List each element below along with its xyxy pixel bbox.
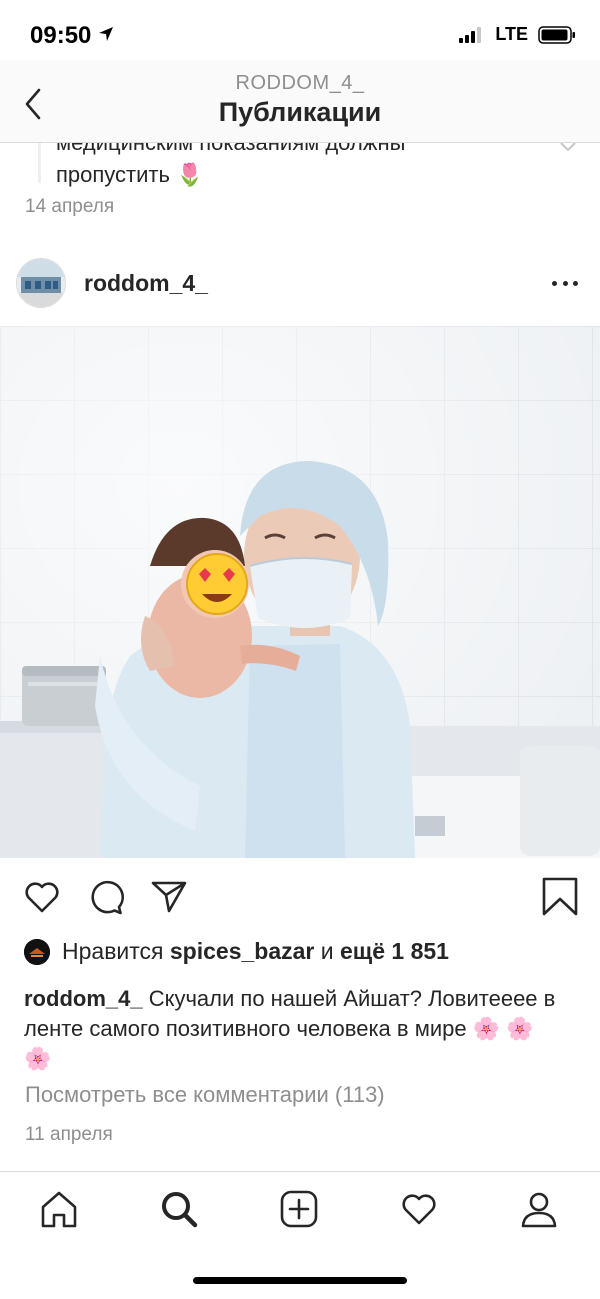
search-icon (162, 1192, 198, 1228)
avatar[interactable] (16, 258, 66, 308)
previous-caption-line2: пропустить 🌷 (56, 162, 204, 187)
tab-profile[interactable] (517, 1187, 561, 1231)
more-dot (552, 280, 557, 286)
more-dot (562, 280, 568, 286)
previous-caption-line1: медицинским показаниям должны (56, 143, 536, 159)
heart-icon (25, 882, 59, 913)
bookmark-icon (542, 877, 578, 916)
tab-home[interactable] (37, 1187, 81, 1231)
comment-button[interactable] (86, 877, 126, 917)
previous-post-date: 14 апреля (25, 196, 115, 217)
post-caption: roddom_4_ Скучали по нашей Айшат? Ловите… (24, 984, 564, 1074)
status-indicators: LTE (459, 24, 576, 45)
more-options-button[interactable] (552, 274, 578, 292)
status-time: 09:50 (30, 22, 114, 50)
page-title: Публикации (218, 97, 382, 127)
add-post-icon (280, 1190, 318, 1228)
home-indicator[interactable] (193, 1277, 407, 1284)
likes-middle: и (314, 938, 341, 964)
more-dot (573, 280, 578, 286)
save-button[interactable] (540, 877, 580, 917)
home-icon (41, 1191, 77, 1228)
post-photo[interactable] (0, 326, 600, 858)
likes-summary[interactable]: Нравится spices_bazar и ещё 1 851 (24, 938, 449, 965)
signal-icon (459, 26, 482, 43)
previous-post-caption: медицинским показаниям должны пропустить… (0, 143, 600, 191)
comment-icon (91, 880, 124, 915)
tab-activity[interactable] (397, 1187, 441, 1231)
location-arrow-icon (99, 27, 114, 41)
liker-username[interactable]: spices_bazar (170, 938, 314, 965)
likes-count[interactable]: ещё 1 851 (340, 938, 449, 965)
post-date: 11 апреля (25, 1124, 113, 1145)
tab-add[interactable] (277, 1187, 321, 1231)
likes-prefix: Нравится (62, 938, 170, 964)
profile-icon (521, 1192, 557, 1228)
view-all-comments-link[interactable]: Посмотреть все комментарии (113) (25, 1082, 385, 1108)
caption-username[interactable]: roddom_4_ (24, 986, 143, 1011)
header-account: RODDOM_4_ (235, 72, 365, 94)
network-type: LTE (495, 24, 528, 44)
liker-avatar (24, 938, 50, 965)
post-username[interactable]: roddom_4_ (84, 270, 208, 297)
share-button[interactable] (149, 877, 189, 917)
tab-search[interactable] (157, 1187, 201, 1231)
like-button[interactable] (22, 877, 62, 917)
previous-caption-text: медицинским показаниям должны пропустить… (56, 143, 536, 191)
chevron-down-icon[interactable] (558, 143, 578, 155)
heart-icon (402, 1194, 436, 1225)
liker-avatar-image (24, 938, 50, 965)
paper-plane-icon (151, 881, 187, 913)
status-time-text: 09:50 (30, 22, 92, 49)
caption-quote-bar (38, 143, 41, 183)
battery-icon (538, 25, 575, 44)
photo-nurse-holding-baby (0, 326, 600, 858)
avatar-image (17, 259, 65, 307)
